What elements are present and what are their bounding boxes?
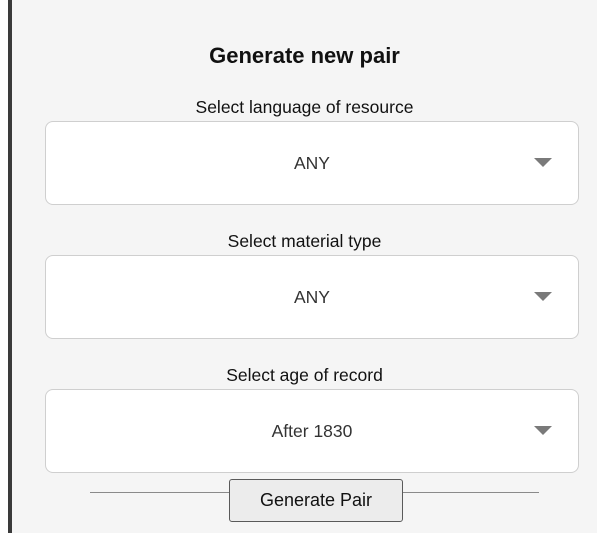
- generate-pair-button[interactable]: Generate Pair: [229, 479, 403, 522]
- record-age-select-value: After 1830: [271, 420, 353, 441]
- divider-right: [403, 492, 539, 493]
- material-type-select[interactable]: ANY: [45, 255, 579, 339]
- chevron-down-icon: [534, 158, 552, 167]
- record-age-select[interactable]: After 1830: [45, 389, 579, 473]
- panel-title: Generate new pair: [209, 43, 400, 68]
- language-field-label: Select language of resource: [195, 97, 414, 117]
- record-age-field-label: Select age of record: [226, 365, 383, 385]
- generate-pair-panel: Generate new pair Select language of res…: [8, 0, 597, 533]
- language-select[interactable]: ANY: [45, 121, 579, 205]
- chevron-down-icon: [534, 426, 552, 435]
- material-type-field-label: Select material type: [227, 231, 382, 251]
- chevron-down-icon: [534, 292, 552, 301]
- divider-left: [90, 492, 230, 493]
- material-type-select-value: ANY: [294, 286, 330, 307]
- language-select-value: ANY: [294, 152, 330, 173]
